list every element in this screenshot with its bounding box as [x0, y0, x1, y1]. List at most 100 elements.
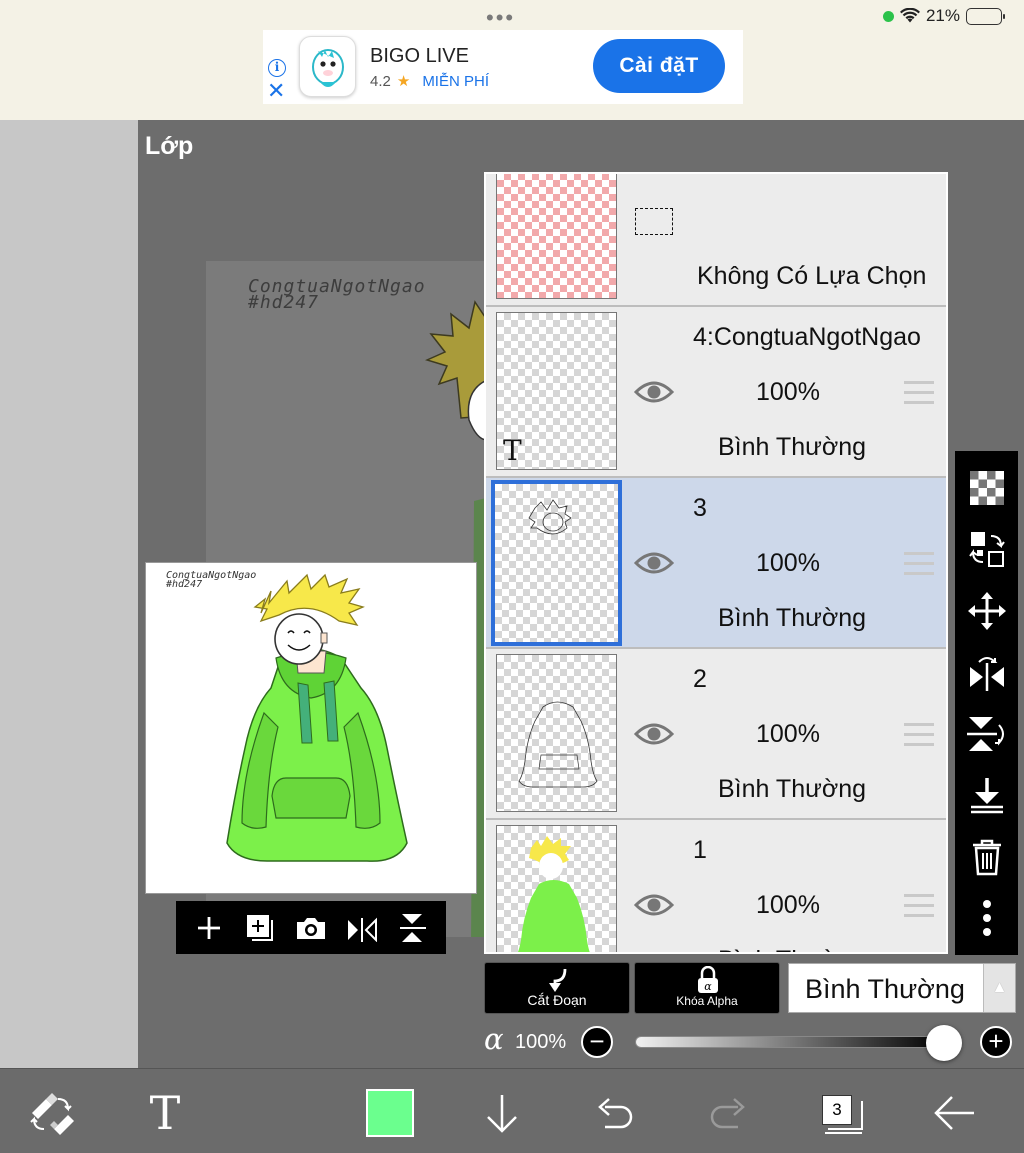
eye-icon[interactable]	[634, 550, 674, 576]
watermark-line-2: #hd247	[248, 292, 320, 313]
drag-handle-icon[interactable]	[904, 723, 934, 747]
tool-switch-button[interactable]	[24, 1085, 80, 1141]
opacity-plus-button[interactable]: +	[980, 1026, 1012, 1058]
color-swatch[interactable]	[366, 1089, 414, 1137]
move-button[interactable]	[965, 589, 1009, 633]
layer-name: 1	[693, 836, 707, 864]
ad-install-button[interactable]: Cài đặT	[593, 39, 725, 93]
swap-layers-button[interactable]	[965, 527, 1009, 571]
layer-3-sketch	[528, 499, 572, 535]
ad-info-icon[interactable]: i	[268, 59, 286, 77]
flip-layer-horizontal-button[interactable]	[965, 650, 1009, 694]
svg-text:T: T	[150, 1091, 181, 1135]
layer-row-selection[interactable]: Không Có Lựa Chọn	[486, 174, 946, 305]
clipping-button[interactable]: Cắt Đoạn	[484, 962, 630, 1014]
layer-mode: Bình Thường	[718, 946, 866, 952]
layers-panel[interactable]: Không Có Lựa Chọn T 4:CongtuaNgotNgao 10…	[484, 172, 948, 954]
ad-banner[interactable]: i ✕ BIGO LIVE 4.2 ★ MIỄN PHÍ Cài đặT	[263, 30, 743, 104]
flip-horizontal-button[interactable]	[342, 908, 382, 948]
chevron-up-icon[interactable]: ▲	[983, 964, 1015, 1012]
multitask-dots-icon[interactable]: •••	[486, 7, 515, 29]
add-layer-button[interactable]	[189, 908, 229, 948]
star-icon: ★	[396, 73, 411, 90]
canvas-hair-sketch	[425, 300, 487, 440]
redo-icon	[710, 1098, 745, 1129]
ad-rating: 4.2 ★ MIỄN PHÍ	[370, 72, 489, 91]
canvas-preview[interactable]: CongtuaNgotNgao #hd247	[145, 562, 477, 894]
eye-icon[interactable]	[634, 892, 674, 918]
alpha-lock-symbol: α	[704, 980, 712, 993]
camera-import-button[interactable]	[291, 908, 331, 948]
layer-thumbnail	[496, 654, 617, 812]
ad-rating-value: 4.2	[370, 72, 391, 90]
layer-count-button[interactable]: 3	[822, 1095, 852, 1125]
undo-icon	[598, 1098, 633, 1129]
back-button[interactable]	[926, 1085, 982, 1141]
alpha-lock-button[interactable]: α Khóa Alpha	[634, 962, 780, 1014]
layer-name: 4:CongtuaNgotNgao	[693, 323, 921, 351]
drag-handle-icon[interactable]	[904, 552, 934, 576]
eye-icon[interactable]	[634, 379, 674, 405]
delete-layer-button[interactable]	[965, 835, 1009, 879]
redo-button[interactable]	[700, 1085, 756, 1141]
drag-handle-icon[interactable]	[904, 381, 934, 405]
layer-row-3[interactable]: 3 100% Bình Thường	[486, 478, 946, 647]
flip-vertical-icon	[399, 913, 426, 942]
layer-mode: Không Có Lựa Chọn	[697, 262, 927, 290]
preview-character	[226, 573, 408, 862]
text-icon: T	[150, 1091, 181, 1135]
brush-eraser-icon	[30, 1093, 74, 1135]
flip-vertical-icon	[966, 716, 1004, 751]
flip-layer-vertical-button[interactable]	[965, 712, 1009, 756]
opacity-row: α 100% − +	[484, 1022, 1024, 1062]
alpha-lock-label: Khóa Alpha	[676, 994, 738, 1008]
arrow-down-icon	[487, 1095, 517, 1133]
layer-name: 2	[693, 665, 707, 693]
download-arrow-icon	[970, 778, 1003, 814]
layer-2-sketch	[518, 701, 598, 788]
arrow-left-icon	[934, 1096, 974, 1130]
clip-arrow-icon	[549, 968, 567, 992]
alpha-symbol: α	[484, 1022, 504, 1056]
layer-opacity: 100%	[756, 891, 820, 919]
layer-tools-sidebar	[955, 451, 1018, 955]
opacity-minus-button[interactable]: −	[581, 1026, 613, 1058]
transparency-button[interactable]	[965, 466, 1009, 510]
duplicate-icon	[247, 914, 274, 941]
layer-opacity: 100%	[756, 378, 820, 406]
blend-mode-select[interactable]: Bình Thường ▲	[788, 963, 1016, 1013]
opacity-slider-knob[interactable]	[926, 1025, 962, 1061]
flip-horizontal-icon	[347, 917, 377, 942]
text-tool-button[interactable]: T	[137, 1085, 193, 1141]
alpha-value: 100%	[515, 1031, 567, 1053]
duplicate-layer-button[interactable]	[240, 908, 280, 948]
layer-row-2[interactable]: 2 100% Bình Thường	[486, 649, 946, 818]
ad-price: MIỄN PHÍ	[422, 72, 489, 90]
wifi-icon	[899, 8, 920, 23]
layer-thumbnail	[491, 480, 622, 646]
flip-horizontal-icon	[969, 657, 1004, 692]
bigo-logo-icon	[299, 36, 356, 97]
layer-mode: Bình Thường	[718, 433, 867, 461]
layer-row-4[interactable]: T 4:CongtuaNgotNgao 100% Bình Thường	[486, 307, 946, 476]
canvas-watermark: CongtuaNgotNgao #hd247	[248, 278, 426, 313]
undo-button[interactable]	[587, 1085, 643, 1141]
battery-icon	[966, 7, 1005, 25]
swap-icon	[968, 532, 1005, 568]
drag-handle-icon[interactable]	[904, 894, 934, 918]
move-arrows-icon	[967, 591, 1006, 630]
plus-icon	[198, 916, 221, 939]
ad-close-icon[interactable]: ✕	[267, 80, 285, 102]
eye-icon[interactable]	[634, 721, 674, 747]
ad-app-name: BIGO LIVE	[370, 45, 469, 67]
layer-thumbnail	[496, 825, 617, 952]
bottom-toolbar: T 3	[0, 1068, 1024, 1153]
more-options-button[interactable]	[965, 896, 1009, 940]
merge-down-button[interactable]	[965, 773, 1009, 817]
move-down-button[interactable]	[474, 1085, 530, 1141]
layer-name: 3	[693, 494, 707, 522]
layer-row-1[interactable]: 1 100% Bình Thường	[486, 820, 946, 952]
flip-vertical-button[interactable]	[393, 908, 433, 948]
opacity-slider[interactable]	[635, 1025, 962, 1061]
layer-mode: Bình Thường	[718, 604, 867, 632]
